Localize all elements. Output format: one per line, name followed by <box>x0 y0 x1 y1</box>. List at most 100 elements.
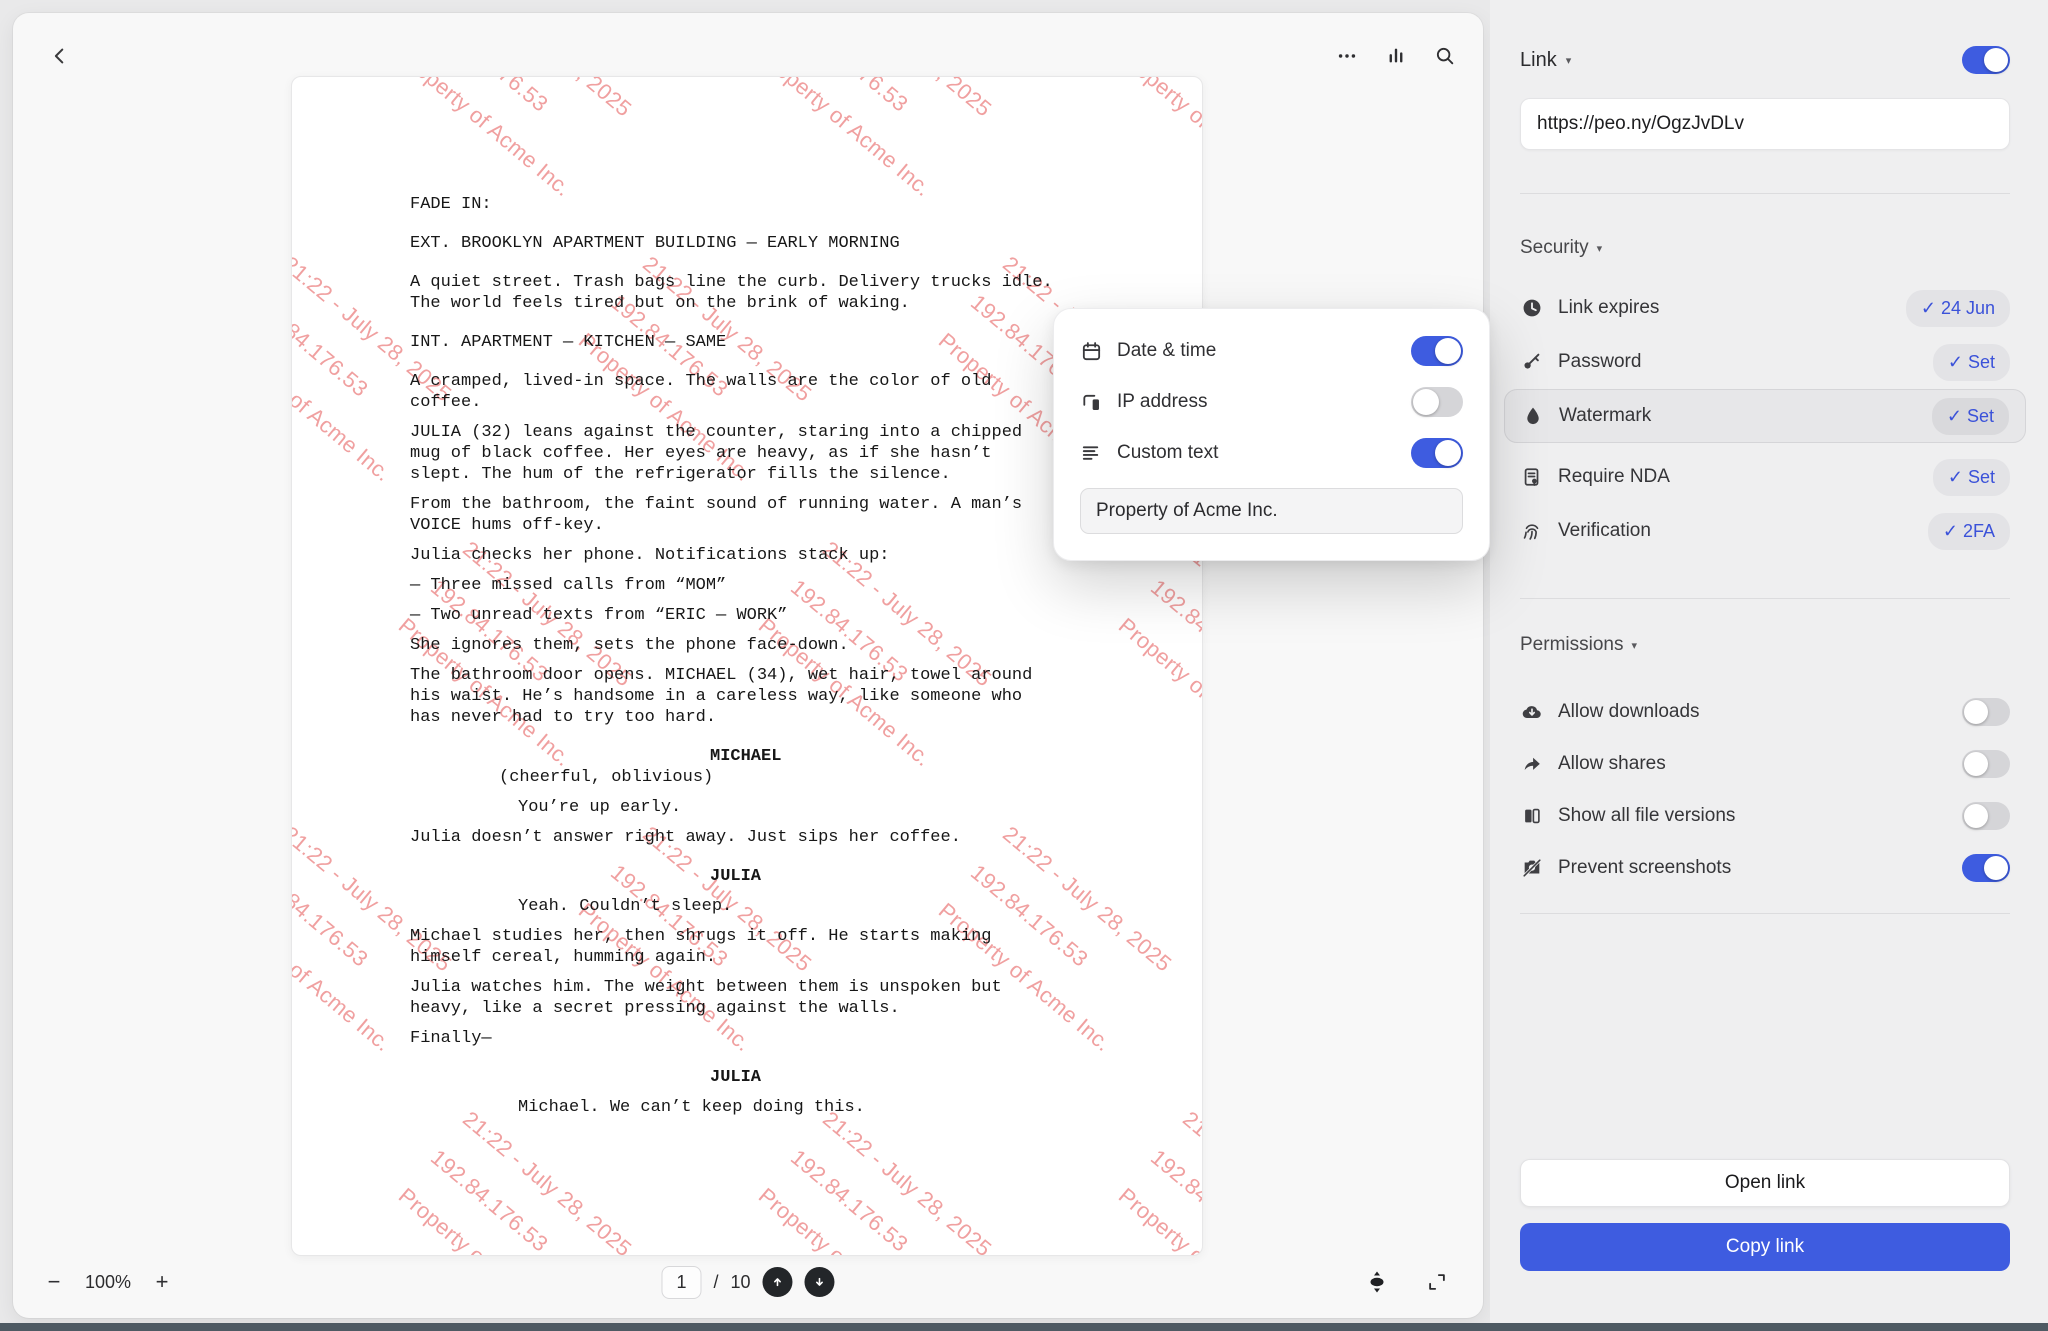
previous-page-button[interactable] <box>763 1267 793 1297</box>
row-label: Allow downloads <box>1558 701 1962 723</box>
ellipsis-icon <box>1336 45 1358 67</box>
script-line: JULIA <box>710 1067 1122 1088</box>
fullscreen-button[interactable] <box>1417 1262 1457 1302</box>
page-total: 10 <box>730 1272 750 1293</box>
bar-chart-icon <box>1385 45 1407 67</box>
security-row-watermark[interactable]: Watermark ✓ Set <box>1504 389 2026 443</box>
link-header-label: Link <box>1520 49 1557 72</box>
permissions-rows: Allow downloads Allow shares Show all fi… <box>1520 680 2010 888</box>
security-row-password[interactable]: Password ✓ Set <box>1520 342 2010 382</box>
permissions-header-label: Permissions <box>1520 634 1623 656</box>
ip-address-toggle[interactable] <box>1411 387 1463 417</box>
screenplay-text: FADE IN: EXT. BROOKLYN APARTMENT BUILDING… <box>292 77 1202 1158</box>
script-line: EXT. BROOKLYN APARTMENT BUILDING — EARLY… <box>410 233 1122 254</box>
nda-document-icon <box>1520 466 1544 488</box>
script-line: coffee. <box>410 392 1122 413</box>
watermark-badge[interactable]: ✓ Set <box>1932 398 2009 435</box>
auto-scroll-button[interactable] <box>1357 1262 1397 1302</box>
popup-row-ip-address: IP address <box>1080 382 1463 422</box>
script-line: MICHAEL <box>710 746 1122 767</box>
password-badge[interactable]: ✓ Set <box>1933 344 2010 381</box>
zoom-out-button[interactable]: − <box>39 1267 69 1297</box>
script-line: The world feels tired but on the brink o… <box>410 293 1122 314</box>
next-page-button[interactable] <box>805 1267 835 1297</box>
page-navigation: / 10 <box>661 1266 834 1299</box>
verification-badge[interactable]: ✓ 2FA <box>1928 513 2010 550</box>
permission-row-allow-shares: Allow shares <box>1520 744 2010 784</box>
allow-downloads-toggle[interactable] <box>1962 698 2010 726</box>
droplet-icon <box>1521 405 1545 427</box>
script-line: Julia checks her phone. Notifications st… <box>410 545 1122 566</box>
permission-row-file-versions: Show all file versions <box>1520 796 2010 836</box>
copy-link-button[interactable]: Copy link <box>1520 1223 2010 1271</box>
link-enabled-toggle[interactable] <box>1962 46 2010 74</box>
show-file-versions-toggle[interactable] <box>1962 802 2010 830</box>
prevent-screenshots-toggle[interactable] <box>1962 854 2010 882</box>
chevron-down-icon: ▾ <box>1566 54 1572 67</box>
key-icon <box>1520 351 1544 373</box>
row-label: Allow shares <box>1558 753 1962 775</box>
analytics-button[interactable] <box>1376 36 1416 76</box>
more-menu-button[interactable] <box>1327 36 1367 76</box>
script-line: FADE IN: <box>410 194 1122 215</box>
row-label: Prevent screenshots <box>1558 857 1962 879</box>
auto-scroll-icon <box>1365 1270 1389 1294</box>
watermark-settings-popup: Date & time IP address Custom text <box>1053 308 1490 561</box>
link-header[interactable]: Link ▾ <box>1520 49 1571 72</box>
link-header-row: Link ▾ <box>1520 44 2010 76</box>
text-lines-icon <box>1080 442 1103 465</box>
viewer-display-tools <box>1357 1262 1457 1302</box>
popup-label-custom-text: Custom text <box>1117 442 1411 464</box>
script-line: VOICE hums off-key. <box>410 515 1122 536</box>
custom-text-input[interactable] <box>1080 488 1463 534</box>
link-expires-badge[interactable]: ✓ 24 Jun <box>1906 290 2010 327</box>
script-line: Michael studies her, then shrugs it off.… <box>410 926 1122 947</box>
zoom-controls: − 100% + <box>39 1267 177 1297</box>
allow-shares-toggle[interactable] <box>1962 750 2010 778</box>
script-line: Julia doesn’t answer right away. Just si… <box>410 827 1122 848</box>
ip-device-icon <box>1080 391 1103 414</box>
security-row-verification[interactable]: Verification ✓ 2FA <box>1520 511 2010 551</box>
toggle-knob <box>1984 48 2008 72</box>
security-row-link-expires[interactable]: Link expires ✓ 24 Jun <box>1520 288 2010 328</box>
zoom-level: 100% <box>85 1272 131 1293</box>
script-line: mug of black coffee. Her eyes are heavy,… <box>410 443 1122 464</box>
page-number-input[interactable] <box>661 1266 701 1299</box>
chevron-down-icon: ▾ <box>1631 639 1637 652</box>
document-page: 21:22 - July 28, 2025192.84.176.53Proper… <box>291 76 1203 1256</box>
permission-row-allow-downloads: Allow downloads <box>1520 692 2010 732</box>
permission-row-prevent-screenshots: Prevent screenshots <box>1520 848 2010 888</box>
require-nda-badge[interactable]: ✓ Set <box>1933 459 2010 496</box>
calendar-icon <box>1080 340 1103 363</box>
script-line: JULIA (32) leans against the counter, st… <box>410 422 1122 443</box>
toggle-knob <box>1435 338 1461 364</box>
script-line: (cheerful, oblivious) <box>499 767 1122 788</box>
security-section-header[interactable]: Security ▾ <box>1520 237 2010 259</box>
toggle-knob <box>1964 752 1988 776</box>
script-line: has never had to try too hard. <box>410 707 1122 728</box>
open-link-button[interactable]: Open link <box>1520 1159 2010 1207</box>
back-button[interactable] <box>40 36 80 76</box>
row-label: Watermark <box>1559 405 1932 427</box>
camera-slash-icon <box>1520 857 1544 879</box>
search-button[interactable] <box>1425 36 1465 76</box>
share-link-input[interactable] <box>1520 98 2010 150</box>
script-line: Yeah. Couldn’t sleep. <box>518 896 1122 917</box>
divider <box>1520 598 2010 599</box>
script-line: — Two unread texts from “ERIC — WORK” <box>410 605 1122 626</box>
security-row-require-nda[interactable]: Require NDA ✓ Set <box>1520 457 2010 497</box>
page-separator: / <box>713 1272 718 1293</box>
script-line: — Three missed calls from “MOM” <box>410 575 1122 596</box>
document-viewer-panel: 21:22 - July 28, 2025192.84.176.53Proper… <box>13 13 1483 1318</box>
row-label: Password <box>1558 351 1933 373</box>
date-time-toggle[interactable] <box>1411 336 1463 366</box>
toggle-knob <box>1964 804 1988 828</box>
row-label: Verification <box>1558 520 1928 542</box>
zoom-in-button[interactable]: + <box>147 1267 177 1297</box>
permissions-section-header[interactable]: Permissions ▾ <box>1520 634 2010 656</box>
custom-text-toggle[interactable] <box>1411 438 1463 468</box>
arrow-up-icon <box>770 1274 786 1290</box>
chevron-down-icon: ▾ <box>1597 242 1603 255</box>
script-line: Julia watches him. The weight between th… <box>410 977 1122 998</box>
file-versions-icon <box>1520 805 1544 827</box>
